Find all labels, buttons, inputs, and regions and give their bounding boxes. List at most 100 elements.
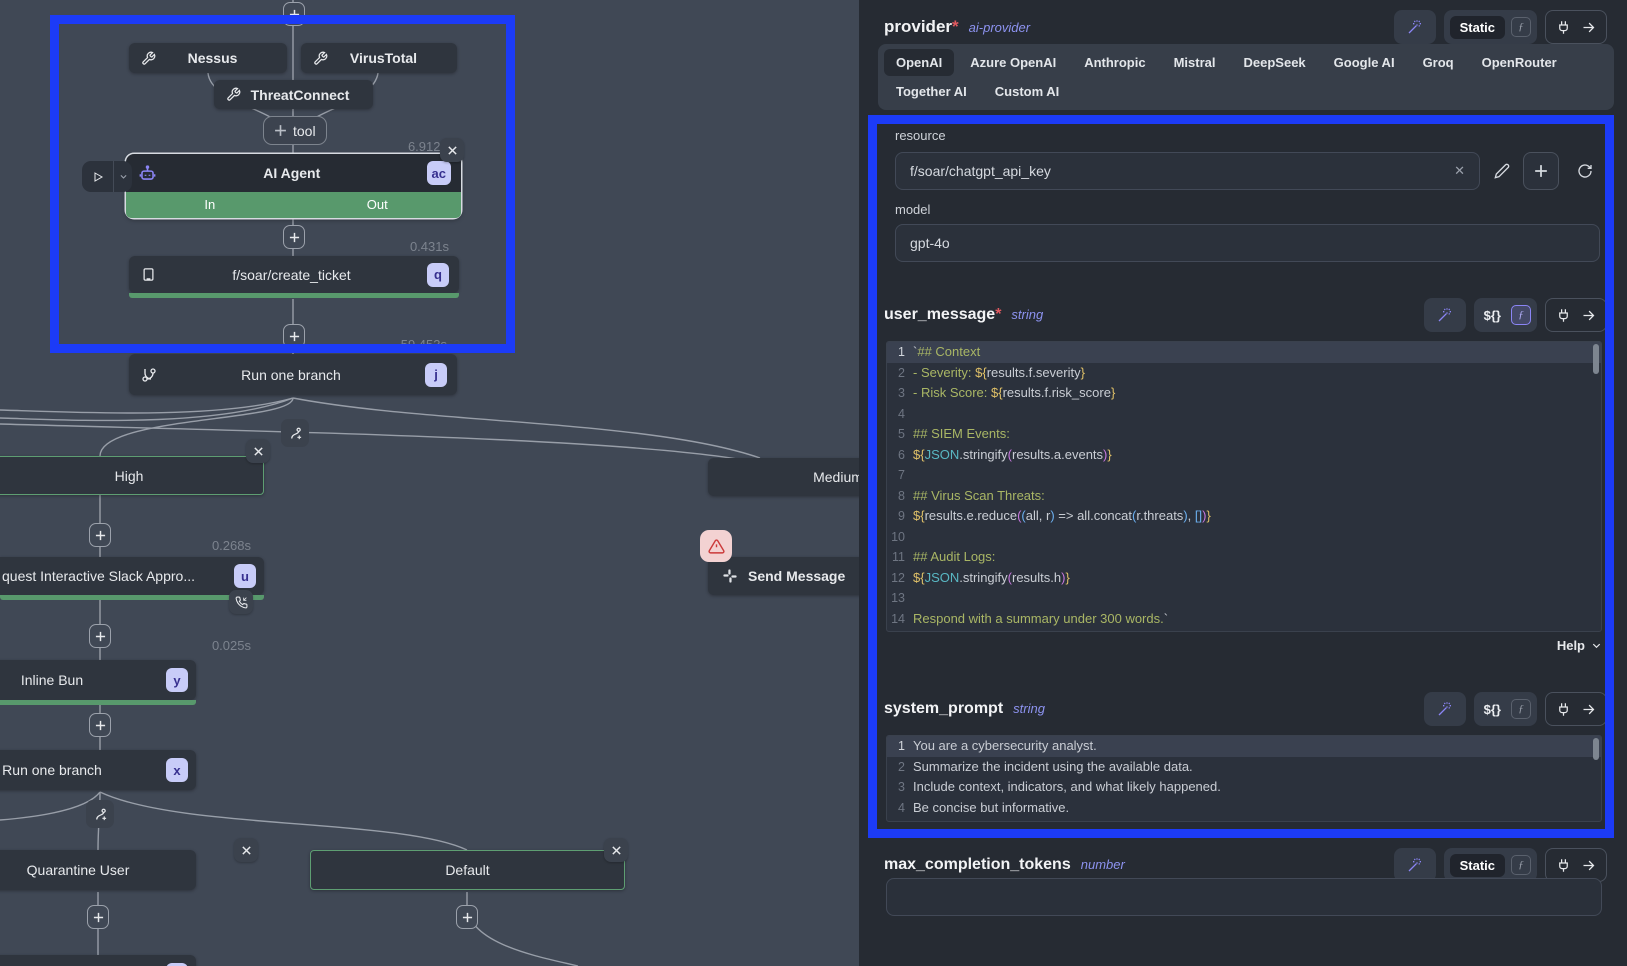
add-step-connector[interactable] xyxy=(283,324,305,348)
run-options-button[interactable] xyxy=(114,161,132,192)
code-line[interactable]: 9${results.e.reduce((all, r) => all.conc… xyxy=(887,506,1601,527)
node-inline-bun[interactable]: Inline Bun y xyxy=(0,660,196,700)
add-step-connector[interactable] xyxy=(89,624,111,648)
code-line[interactable]: 1You are a cybersecurity analyst. xyxy=(887,736,1601,757)
provider-tab-together-ai[interactable]: Together AI xyxy=(884,78,979,105)
code-line[interactable]: 14Respond with a summary under 300 words… xyxy=(887,609,1601,630)
mode-toggle[interactable]: ${} ƒ xyxy=(1474,692,1537,726)
edit-resource-button[interactable] xyxy=(1490,159,1514,183)
node-run-one-branch-1[interactable]: Run one branch j xyxy=(129,354,457,395)
plug-icon[interactable] xyxy=(1556,702,1571,717)
close-button[interactable] xyxy=(604,838,628,862)
provider-tab-google-ai[interactable]: Google AI xyxy=(1322,49,1407,76)
static-mode-label[interactable]: Static xyxy=(1450,16,1505,39)
add-step-connector[interactable] xyxy=(456,905,478,929)
static-mode-label[interactable]: Static xyxy=(1450,854,1505,877)
plug-icon[interactable] xyxy=(1556,858,1571,873)
run-button-group[interactable] xyxy=(82,161,132,192)
expression-mode-label[interactable]: ${} xyxy=(1480,702,1505,717)
add-branch-button[interactable] xyxy=(86,800,114,828)
code-line[interactable]: 12${JSON.stringify(results.h)} xyxy=(887,568,1601,589)
expression-mode-label[interactable]: ${} xyxy=(1480,308,1505,323)
agent-out-handle[interactable]: Out xyxy=(294,192,462,218)
user-message-code-editor[interactable]: 1`## Context2- Severity: ${results.f.sev… xyxy=(886,341,1602,632)
code-line[interactable]: 10 xyxy=(887,527,1601,548)
code-line[interactable]: 2Summarize the incident using the availa… xyxy=(887,757,1601,778)
add-branch-button[interactable] xyxy=(281,419,309,447)
provider-tab-custom-ai[interactable]: Custom AI xyxy=(983,78,1072,105)
node-high[interactable]: High xyxy=(0,456,264,495)
add-step-connector[interactable] xyxy=(283,225,305,249)
code-line[interactable]: 8## Virus Scan Threats: xyxy=(887,486,1601,507)
code-line[interactable]: 4Be concise but informative. xyxy=(887,798,1601,819)
code-line[interactable]: 7 xyxy=(887,465,1601,486)
code-line[interactable]: 3- Risk Score: ${results.f.risk_score} xyxy=(887,383,1601,404)
node-virustotal[interactable]: VirusTotal xyxy=(301,43,457,73)
help-button[interactable]: Help xyxy=(1557,638,1602,653)
code-line[interactable]: 1`## Context xyxy=(887,342,1601,363)
connect-run-group[interactable] xyxy=(1545,848,1607,882)
node-slack-approval[interactable]: quest Interactive Slack Appro... u xyxy=(0,557,264,595)
arrow-right-icon[interactable] xyxy=(1581,858,1596,873)
close-button[interactable] xyxy=(440,138,464,162)
workflow-canvas[interactable]: Nessus VirusTotal ThreatConnect tool 6.9… xyxy=(0,0,859,966)
scrollbar-thumb[interactable] xyxy=(1593,738,1599,760)
expression-mode-icon[interactable]: ƒ xyxy=(1511,305,1531,325)
provider-tab-mistral[interactable]: Mistral xyxy=(1162,49,1228,76)
code-line[interactable]: 2- Severity: ${results.f.severity} xyxy=(887,363,1601,384)
code-line[interactable]: 3Include context, indicators, and what l… xyxy=(887,777,1601,798)
plug-icon[interactable] xyxy=(1556,20,1571,35)
provider-tab-groq[interactable]: Groq xyxy=(1411,49,1466,76)
close-button[interactable] xyxy=(234,838,258,862)
provider-tab-openai[interactable]: OpenAI xyxy=(884,49,954,76)
close-button[interactable] xyxy=(246,439,270,463)
node-nessus[interactable]: Nessus xyxy=(129,43,287,73)
provider-tab-openrouter[interactable]: OpenRouter xyxy=(1470,49,1569,76)
warning-badge[interactable] xyxy=(700,530,732,562)
node-threatconnect[interactable]: ThreatConnect xyxy=(214,80,373,109)
connect-run-group[interactable] xyxy=(1545,692,1607,726)
connect-run-group[interactable] xyxy=(1545,298,1607,332)
code-line[interactable]: 13 xyxy=(887,588,1601,609)
expression-mode-icon[interactable]: ƒ xyxy=(1511,17,1531,37)
run-button[interactable] xyxy=(82,161,114,192)
agent-in-handle[interactable]: In xyxy=(126,192,294,218)
provider-tab-azure-openai[interactable]: Azure OpenAI xyxy=(958,49,1068,76)
node-default[interactable]: Default xyxy=(310,850,625,890)
expression-mode-icon[interactable]: ƒ xyxy=(1511,699,1531,719)
scrollbar-thumb[interactable] xyxy=(1593,344,1599,374)
node-quarantine-user[interactable]: Quarantine User xyxy=(0,850,196,890)
expression-mode-icon[interactable]: ƒ xyxy=(1511,855,1531,875)
ai-assist-button[interactable] xyxy=(1424,298,1466,332)
ai-assist-button[interactable] xyxy=(1424,692,1466,726)
tool-handle-chip[interactable]: tool xyxy=(263,116,327,145)
add-step-connector[interactable] xyxy=(89,523,111,547)
code-line[interactable]: 11## Audit Logs: xyxy=(887,547,1601,568)
ai-assist-button[interactable] xyxy=(1394,848,1436,882)
mode-toggle[interactable]: ${} ƒ xyxy=(1474,298,1537,332)
mode-toggle[interactable]: Static ƒ xyxy=(1444,848,1537,882)
add-resource-button[interactable] xyxy=(1523,152,1559,190)
add-step-connector[interactable] xyxy=(89,713,111,737)
model-input[interactable]: gpt-4o xyxy=(895,224,1600,262)
resource-input[interactable]: f/soar/chatgpt_api_key ✕ xyxy=(895,152,1480,190)
plug-icon[interactable] xyxy=(1556,308,1571,323)
add-step-connector[interactable] xyxy=(283,2,305,26)
node-create-ticket[interactable]: f/soar/create_ticket q xyxy=(129,256,459,293)
callback-button[interactable] xyxy=(229,590,253,614)
code-line[interactable]: 6${JSON.stringify(results.a.events)} xyxy=(887,445,1601,466)
arrow-right-icon[interactable] xyxy=(1581,702,1596,717)
add-step-connector[interactable] xyxy=(87,905,109,929)
system-prompt-code-editor[interactable]: 1You are a cybersecurity analyst.2Summar… xyxy=(886,735,1602,822)
agent-handles[interactable]: In Out xyxy=(126,192,461,218)
arrow-right-icon[interactable] xyxy=(1581,20,1596,35)
partial-node-bottom[interactable] xyxy=(0,955,196,966)
provider-tab-anthropic[interactable]: Anthropic xyxy=(1072,49,1157,76)
arrow-right-icon[interactable] xyxy=(1581,308,1596,323)
max-tokens-input[interactable] xyxy=(886,878,1602,916)
node-run-one-branch-2[interactable]: Run one branch x xyxy=(0,750,196,790)
provider-tab-deepseek[interactable]: DeepSeek xyxy=(1232,49,1318,76)
ai-assist-button[interactable] xyxy=(1394,10,1436,44)
refresh-resources-button[interactable] xyxy=(1573,159,1597,183)
node-medium[interactable]: Medium xyxy=(708,458,859,496)
